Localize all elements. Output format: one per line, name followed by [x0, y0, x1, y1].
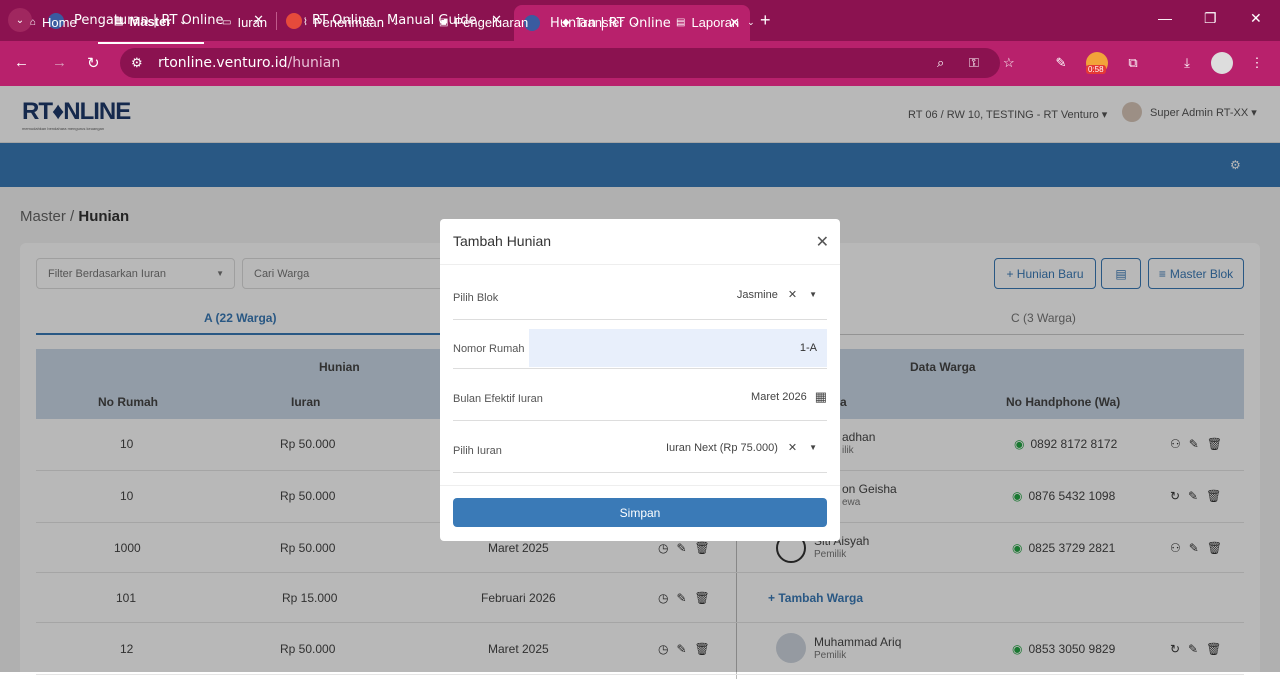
address-bar[interactable]: rtonline.venturo.id/hunian: [120, 48, 1000, 78]
blok-select[interactable]: Jasmine ✕ ▼: [737, 288, 827, 302]
close-window-icon[interactable]: ✕: [1250, 10, 1262, 27]
chart-icon: ⌇: [303, 16, 308, 28]
new-tab-icon[interactable]: +: [760, 10, 771, 31]
menu-home[interactable]: ⌂ Home: [30, 0, 77, 44]
menu-transfer[interactable]: ◆ Transfer ⌄: [562, 0, 639, 44]
caret-down-icon: ▼: [809, 290, 817, 299]
document-icon: ▤: [114, 15, 124, 27]
chevron-down-icon: ⌄: [631, 16, 640, 27]
browser-menu-icon[interactable]: ⋮: [1246, 52, 1268, 74]
zoom-icon[interactable]: ⌕: [937, 55, 944, 71]
extension-feather-icon[interactable]: ✎: [1050, 52, 1072, 74]
extensions-puzzle-icon[interactable]: ⧉: [1122, 52, 1144, 74]
tab-search-button[interactable]: ⌄: [8, 8, 32, 32]
clear-icon[interactable]: ✕: [788, 441, 797, 454]
menu-penerimaan[interactable]: ⌇ Penerimaan ⌄: [303, 0, 400, 44]
bulan-efektif-field: Bulan Efektif Iuran Maret 2026 ▦: [453, 377, 827, 421]
nomor-rumah-field: Nomor Rumah 1-A: [453, 325, 827, 369]
modal-title: Tambah Hunian: [453, 233, 552, 249]
field-label: Pilih Blok: [453, 292, 499, 304]
field-label: Nomor Rumah: [453, 343, 525, 355]
menu-pengeluaran[interactable]: ▣ Pengeluaran: [439, 0, 528, 44]
restore-icon[interactable]: ❐: [1204, 10, 1217, 27]
receipt-icon: ▣: [439, 16, 449, 28]
forward-icon[interactable]: →: [52, 54, 67, 71]
back-icon[interactable]: ←: [14, 54, 29, 71]
profile-avatar[interactable]: [1211, 52, 1233, 74]
timer-badge: 0:58: [1086, 65, 1106, 74]
menu-iuran[interactable]: ▭ Iuran: [222, 0, 267, 44]
card-icon: ▭: [222, 16, 232, 28]
site-favicon-icon: [286, 12, 302, 29]
pilih-blok-field: Pilih Blok Jasmine ✕ ▼: [453, 276, 827, 320]
bookmark-star-icon[interactable]: ☆: [1003, 55, 1015, 71]
reload-icon[interactable]: ↻: [87, 54, 100, 72]
field-label: Bulan Efektif Iuran: [453, 393, 543, 405]
chevron-down-icon: ⌄: [747, 16, 755, 27]
iuran-select[interactable]: Iuran Next (Rp 75.000) ✕ ▼: [666, 441, 827, 455]
bulan-datepicker[interactable]: Maret 2026 ▦: [751, 389, 827, 405]
clear-icon[interactable]: ✕: [788, 288, 797, 301]
minimize-icon[interactable]: —: [1158, 10, 1172, 26]
menu-master[interactable]: ▤ Master ⌄: [98, 0, 204, 44]
home-icon: ⌂: [30, 16, 37, 28]
chevron-down-icon: ⌄: [392, 16, 400, 27]
simpan-button[interactable]: Simpan: [453, 498, 827, 527]
tambah-hunian-modal: Tambah Hunian ✕ Pilih Blok Jasmine ✕ ▼ Nom…: [440, 219, 840, 541]
caret-down-icon: ▼: [809, 443, 817, 452]
close-icon[interactable]: ✕: [816, 232, 829, 252]
pilih-iuran-field: Pilih Iuran Iuran Next (Rp 75.000) ✕ ▼: [453, 429, 827, 473]
calendar-icon: ▦: [814, 389, 827, 404]
menu-laporan[interactable]: ▤ Laporan ⌄: [676, 0, 755, 44]
document-icon: ▤: [676, 16, 686, 28]
chevron-down-icon: ⌄: [179, 15, 187, 26]
url-path: /hunian: [287, 55, 341, 71]
url-host: rtonline.venturo.id: [158, 55, 288, 71]
nomor-rumah-input[interactable]: 1-A: [529, 329, 827, 367]
field-label: Pilih Iuran: [453, 445, 502, 457]
site-info-icon[interactable]: ⚙: [131, 55, 143, 71]
download-icon[interactable]: ⤓: [1176, 52, 1198, 74]
tag-icon: ◆: [562, 16, 570, 28]
password-key-icon[interactable]: ⚿: [969, 55, 979, 71]
